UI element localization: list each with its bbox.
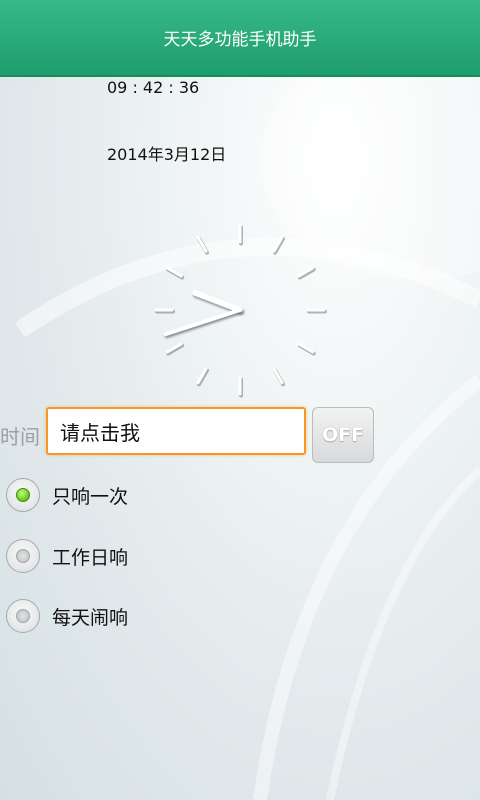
title-bar: 天天多功能手机助手: [0, 0, 480, 77]
analog-clock: [154, 224, 327, 398]
digital-time: 09 : 42 : 36: [107, 78, 200, 97]
radio-button[interactable]: [6, 599, 40, 633]
radio-indicator: [16, 549, 30, 563]
clock-tick: [272, 367, 284, 385]
radio-label: 只响一次: [52, 485, 129, 508]
alarm-time-placeholder: 请点击我: [60, 420, 140, 445]
alarm-toggle-button[interactable]: OFF: [312, 407, 374, 463]
app-title: 天天多功能手机助手: [163, 30, 317, 50]
time-label: 时间: [0, 425, 40, 449]
current-date: 2014年3月12日: [107, 145, 227, 164]
background-swirl: [14, 40, 480, 800]
radio-daily[interactable]: 每天闹响: [6, 596, 128, 636]
radio-button[interactable]: [6, 539, 40, 573]
radio-indicator: [16, 609, 30, 623]
radio-once[interactable]: 只响一次: [6, 475, 128, 515]
minute-hand: [163, 308, 242, 337]
radio-workdays[interactable]: 工作日响: [6, 536, 128, 576]
radio-label: 每天闹响: [52, 606, 129, 629]
alarm-time-input[interactable]: 请点击我: [46, 407, 306, 455]
radio-indicator: [16, 488, 30, 502]
hour-hand: [192, 289, 243, 313]
radio-button[interactable]: [6, 478, 40, 512]
radio-label: 工作日响: [52, 546, 129, 569]
clock-tick: [196, 235, 208, 253]
